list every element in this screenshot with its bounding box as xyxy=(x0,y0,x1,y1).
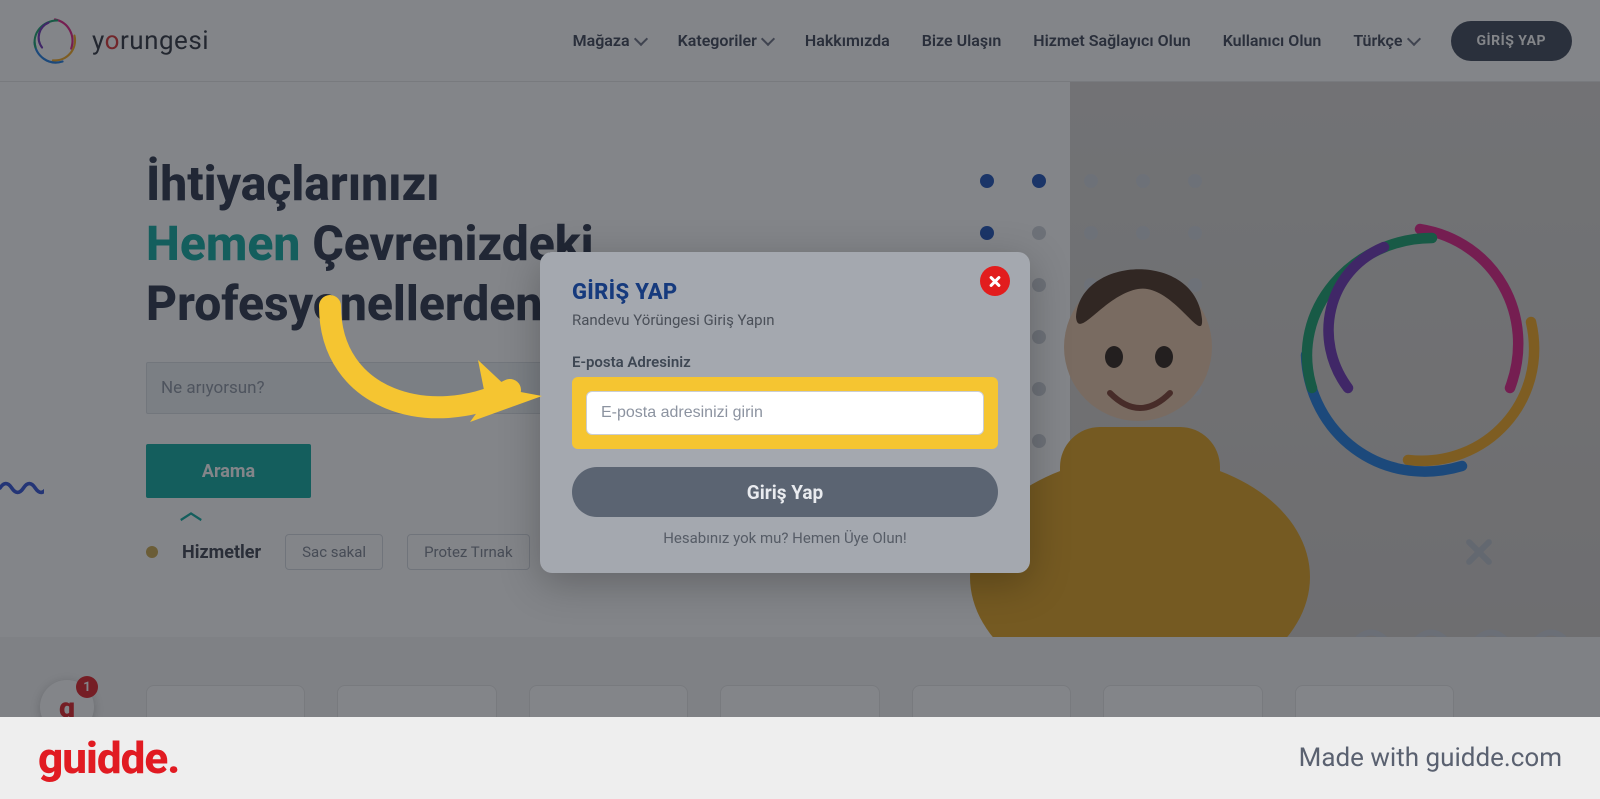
modal-subtitle: Randevu Yörüngesi Giriş Yapın xyxy=(572,311,998,329)
annotation-highlight xyxy=(572,377,998,449)
email-input[interactable] xyxy=(586,391,984,435)
email-field-label: E-posta Adresiniz xyxy=(572,353,998,371)
login-modal: GİRİŞ YAP Randevu Yörüngesi Giriş Yapın … xyxy=(540,252,1030,573)
modal-submit-button[interactable]: Giriş Yap xyxy=(572,467,998,517)
modal-title: GİRİŞ YAP xyxy=(572,280,998,305)
modal-signup-link[interactable]: Hesabınız yok mu? Hemen Üye Olun! xyxy=(572,529,998,547)
guidde-wordmark: guidde. xyxy=(38,732,179,784)
made-with-text: Made with guidde.com xyxy=(1299,743,1562,773)
modal-close-button[interactable] xyxy=(980,266,1010,296)
footer-strip: guidde. Made with guidde.com xyxy=(0,717,1600,799)
